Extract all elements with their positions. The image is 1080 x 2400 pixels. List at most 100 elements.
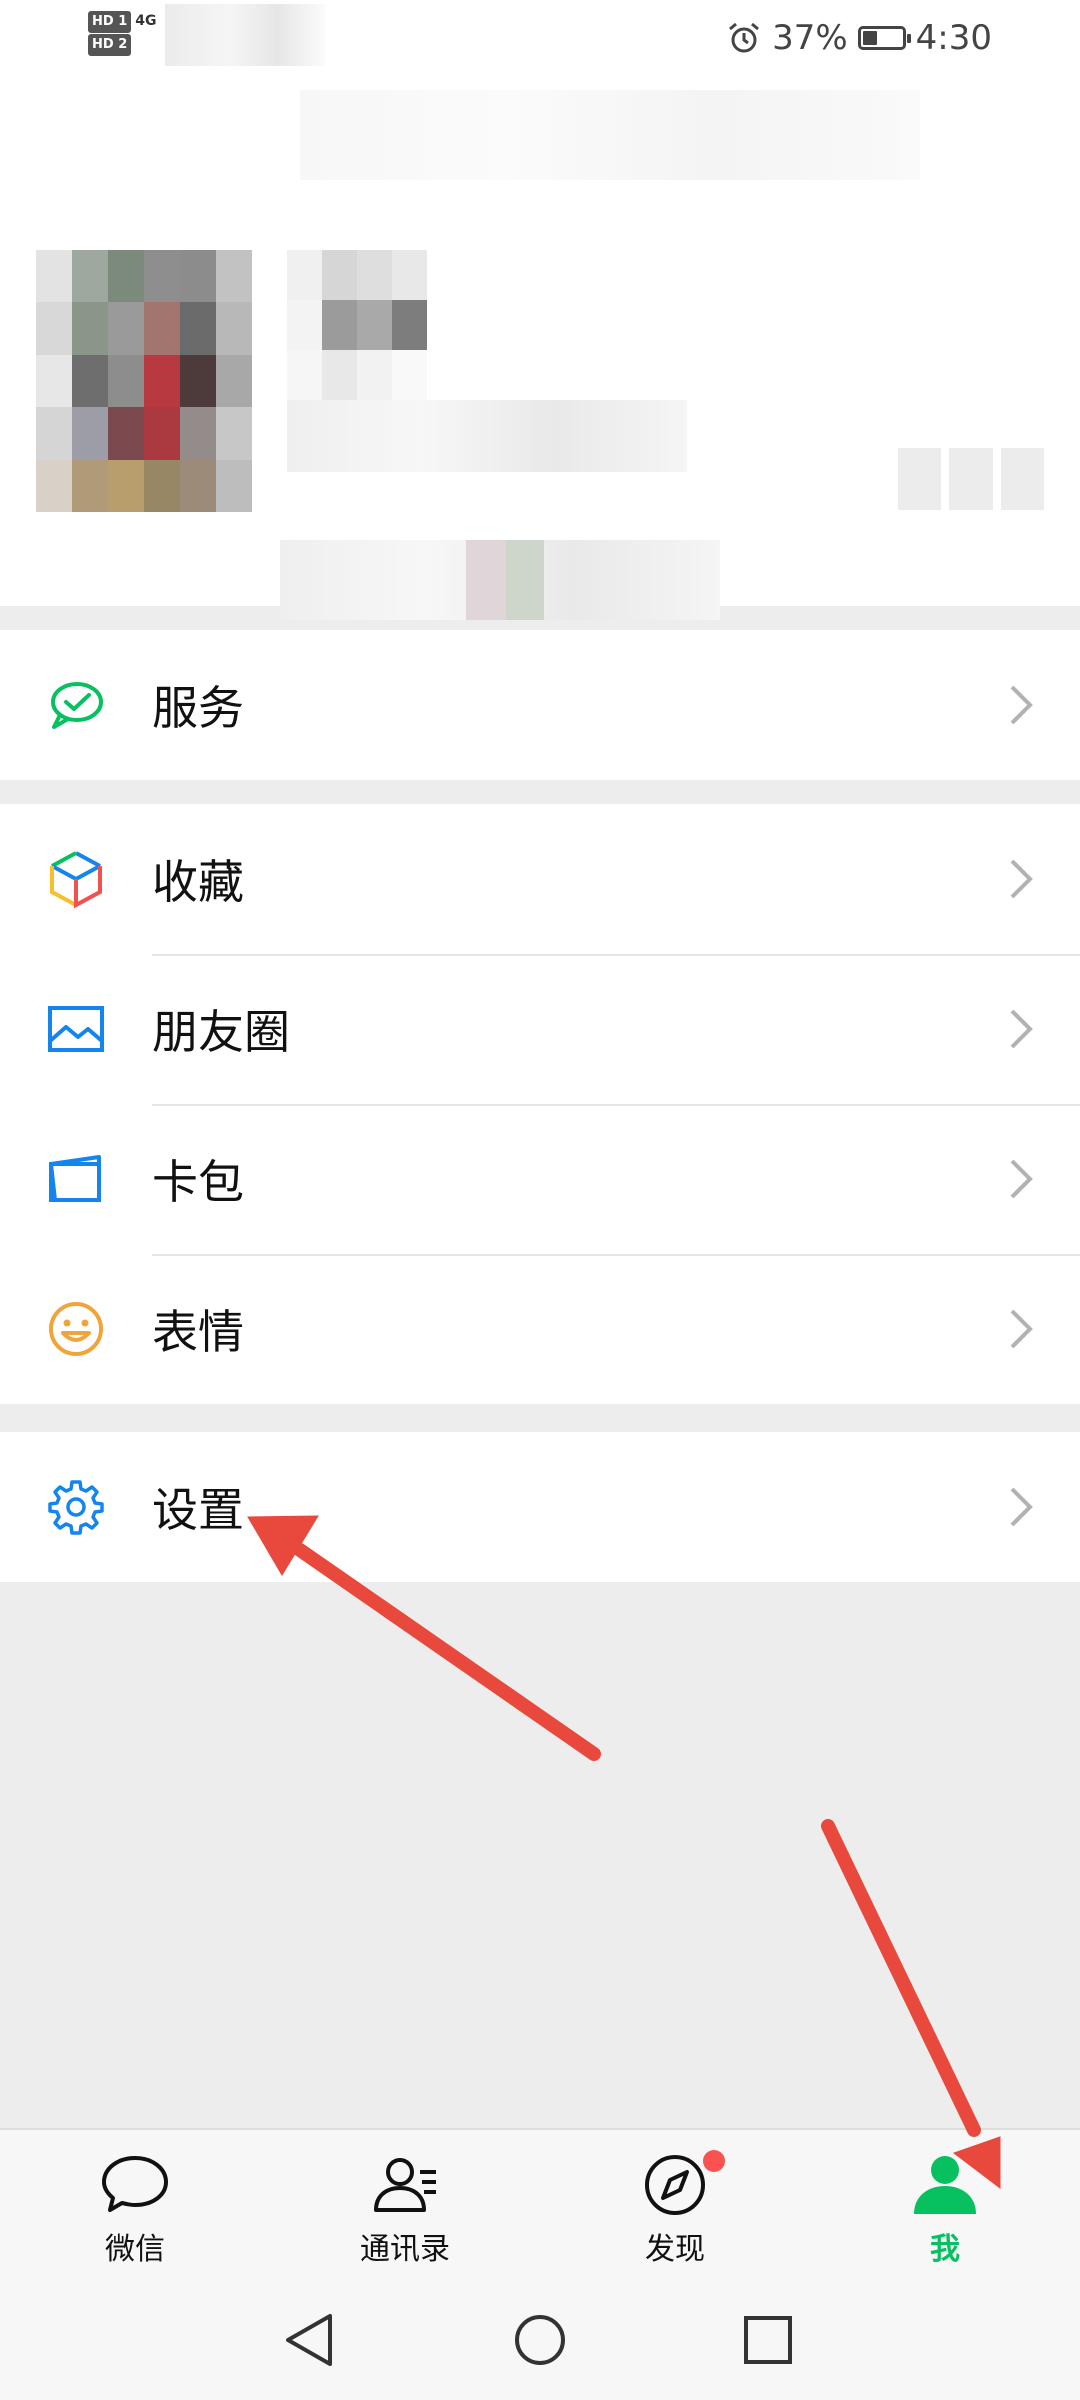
- mosaic-tile: [216, 354, 252, 408]
- menu-favorites[interactable]: 收藏: [0, 804, 1080, 954]
- person-icon: [914, 2156, 976, 2214]
- mosaic-tile: [322, 250, 357, 300]
- tab-label: 我: [930, 2232, 960, 2267]
- mosaic-tile: [392, 350, 427, 400]
- features-card: 收藏 朋友圈 卡包 表情: [0, 804, 1080, 1404]
- network-type: 4G: [135, 13, 157, 29]
- smiley-icon: [49, 1302, 103, 1356]
- mosaic-tile: [108, 354, 144, 408]
- clock: 4:30: [915, 18, 992, 58]
- tab-chats[interactable]: 微信: [0, 2130, 270, 2282]
- mosaic-tile: [36, 250, 72, 303]
- chevron-right-icon: [1010, 1009, 1033, 1049]
- back-triangle-icon[interactable]: [278, 2308, 342, 2372]
- mosaic-tile: [36, 459, 72, 512]
- menu-label: 服务: [152, 681, 244, 735]
- mosaic-tile: [36, 302, 72, 355]
- mosaic-tile: [108, 302, 144, 355]
- mosaic-tile: [72, 354, 108, 408]
- settings-card: 设置: [0, 1432, 1080, 1582]
- battery-percent: 37%: [772, 18, 848, 58]
- mosaic-tile: [180, 459, 216, 512]
- picture-icon: [48, 1006, 104, 1052]
- mosaic-tile: [357, 350, 392, 400]
- service-card: 服务: [0, 630, 1080, 780]
- menu-service[interactable]: 服务: [0, 630, 1080, 780]
- tab-label: 通讯录: [360, 2232, 450, 2267]
- mosaic-tile: [144, 354, 180, 408]
- tab-me[interactable]: 我: [810, 2130, 1080, 2282]
- recents-square-icon[interactable]: [736, 2308, 800, 2372]
- chat-bubble-icon: [102, 2156, 168, 2212]
- mosaic-tile: [108, 250, 144, 303]
- qr-code-area[interactable]: [898, 448, 1044, 510]
- menu-settings[interactable]: 设置: [0, 1432, 1080, 1582]
- mosaic-tile: [357, 250, 392, 300]
- mosaic-tile: [322, 300, 357, 350]
- menu-label: 收藏: [152, 855, 244, 909]
- sim-indicators: HD 1 4G HD 2: [88, 10, 156, 56]
- tab-label: 发现: [645, 2232, 705, 2267]
- menu-label: 卡包: [152, 1155, 244, 1209]
- chevron-right-icon: [1010, 859, 1033, 899]
- mosaic-tile: [287, 250, 322, 300]
- arrow-to-me-tab: [821, 1819, 981, 2137]
- sim2-badge: HD 2: [88, 34, 132, 56]
- mosaic-tile: [180, 354, 216, 408]
- mosaic-tile: [72, 459, 108, 512]
- tab-contacts[interactable]: 通讯录: [270, 2130, 540, 2282]
- mosaic-tile: [180, 250, 216, 303]
- menu-label: 设置: [152, 1483, 244, 1537]
- nickname: [287, 250, 427, 400]
- alarm-clock-icon: [729, 22, 760, 53]
- blur-streak: [300, 90, 920, 180]
- android-nav-bar: [0, 2280, 1080, 2400]
- blurred-signal: [165, 4, 325, 66]
- avatar[interactable]: [36, 250, 252, 512]
- tab-discover[interactable]: 发现: [540, 2130, 810, 2282]
- contacts-icon: [374, 2158, 436, 2212]
- mosaic-tile: [108, 407, 144, 460]
- mosaic-tile: [216, 459, 252, 512]
- compass-icon: [645, 2155, 705, 2215]
- menu-cards[interactable]: 卡包: [0, 1104, 1080, 1254]
- mosaic-tile: [357, 300, 392, 350]
- mosaic-tile: [144, 302, 180, 355]
- status-chip-blur: [506, 540, 544, 620]
- tab-label: 微信: [105, 2232, 165, 2267]
- menu-label: 表情: [152, 1305, 244, 1359]
- menu-moments[interactable]: 朋友圈: [0, 954, 1080, 1104]
- wechat-id: [287, 400, 687, 472]
- mosaic-tile: [216, 302, 252, 355]
- chevron-right-icon: [1010, 1309, 1033, 1349]
- chevron-right-icon: [1010, 1487, 1033, 1527]
- card-wallet-icon: [49, 1155, 101, 1202]
- mosaic-tile: [392, 250, 427, 300]
- chevron-right-icon: [1010, 1159, 1033, 1199]
- mosaic-tile: [216, 407, 252, 460]
- mosaic-tile: [36, 407, 72, 460]
- mosaic-tile: [108, 459, 144, 512]
- mosaic-tile: [36, 354, 72, 408]
- mosaic-tile: [72, 302, 108, 355]
- profile-header[interactable]: [0, 80, 1080, 620]
- mosaic-tile: [72, 250, 108, 303]
- mosaic-tile: [180, 302, 216, 355]
- cube-icon: [50, 851, 102, 909]
- battery-icon: [857, 26, 911, 50]
- gear-icon: [48, 1480, 104, 1535]
- mosaic-tile: [180, 407, 216, 460]
- menu-label: 朋友圈: [152, 1005, 290, 1059]
- wechat-pay-icon: [51, 682, 103, 729]
- mosaic-tile: [216, 250, 252, 303]
- bottom-tab-bar: 微信 通讯录 发现 我: [0, 2128, 1080, 2282]
- mosaic-tile: [144, 250, 180, 303]
- home-circle-icon[interactable]: [508, 2308, 572, 2372]
- unread-dot: [703, 2150, 725, 2172]
- mosaic-tile: [144, 459, 180, 512]
- status-right: 37% 4:30: [726, 18, 992, 58]
- menu-stickers[interactable]: 表情: [0, 1254, 1080, 1404]
- mosaic-tile: [144, 407, 180, 460]
- status-bar: HD 1 4G HD 2 37% 4:30: [0, 0, 1080, 80]
- mosaic-tile: [287, 300, 322, 350]
